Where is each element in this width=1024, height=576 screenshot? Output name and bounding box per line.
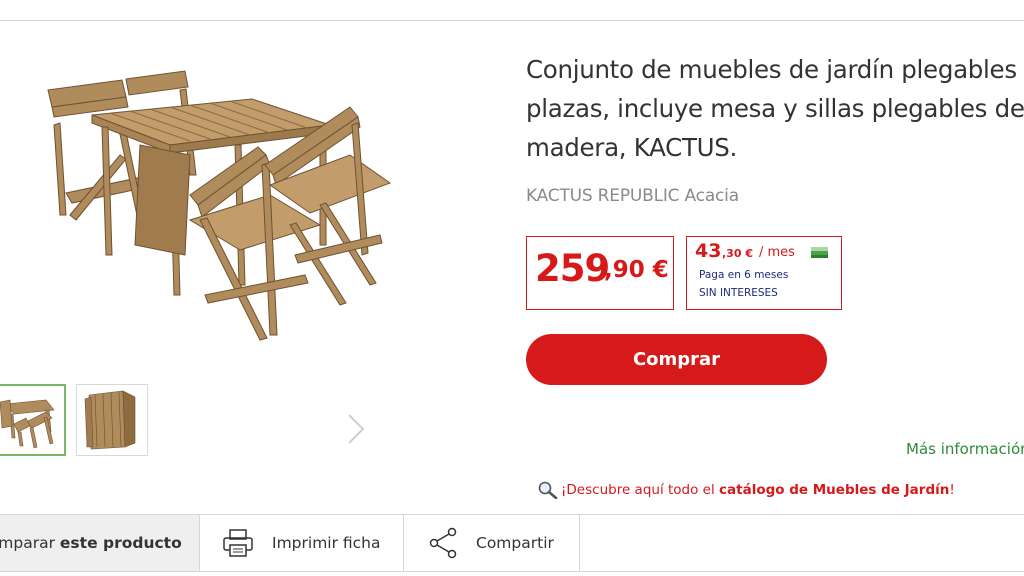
thumbnail-2[interactable] [76,384,148,456]
bar-divider [579,515,580,572]
thumbnail-image [0,399,55,449]
next-image-arrow[interactable] [343,412,367,446]
print-label: Imprimir ficha [272,534,381,552]
installment-integer: 43 [695,240,722,262]
installment-terms: Paga en 6 meses [699,269,789,281]
catalog-suffix: ! [949,482,955,498]
installment-box[interactable]: 43 ,30 € / mes Paga en 6 meses SIN INTER… [686,236,842,310]
share-icon [429,527,457,559]
catalog-link[interactable]: catálogo de Muebles de Jardín [719,482,949,498]
price-integer: 259 [535,247,610,290]
compare-label-prefix: Comparar [0,534,55,552]
thumbnail-1[interactable] [0,384,66,456]
compare-button[interactable]: Comparar este producto [0,515,199,572]
price-box: 259 ,90 € [526,236,674,310]
compare-label: Comparar este producto [0,515,182,572]
chevron-right-icon [348,414,365,444]
installment-period: / mes [759,245,795,260]
card-flag-icon [811,247,828,258]
top-divider [0,20,1024,21]
share-label: Compartir [476,534,554,552]
product-main-image[interactable] [30,55,420,355]
installment-decimal: ,30 € [722,247,753,260]
price-decimal: ,90 € [604,257,669,283]
catalog-prefix: ¡Descubre aquí todo el [561,482,720,498]
buy-button[interactable]: Comprar [526,334,827,385]
catalog-promo[interactable]: ¡Descubre aquí todo el catálogo de Muebl… [538,481,955,500]
magnifier-icon [538,481,558,500]
compare-label-bold: este producto [59,534,182,552]
more-info-link[interactable]: Más información [906,440,1024,458]
product-brand: KACTUS REPUBLIC Acacia [526,186,739,206]
product-title: Conjunto de muebles de jardín plegables … [526,55,1024,162]
printer-icon [223,529,253,557]
installment-interest: SIN INTERESES [699,287,778,299]
bar-divider [403,515,404,572]
bar-divider [199,515,200,572]
thumbnail-image [84,390,136,450]
garden-furniture-image [47,70,392,341]
bottom-end-divider [0,571,1024,572]
bottom-action-bar: Comparar este producto Imprimir ficha Co… [0,515,1024,576]
